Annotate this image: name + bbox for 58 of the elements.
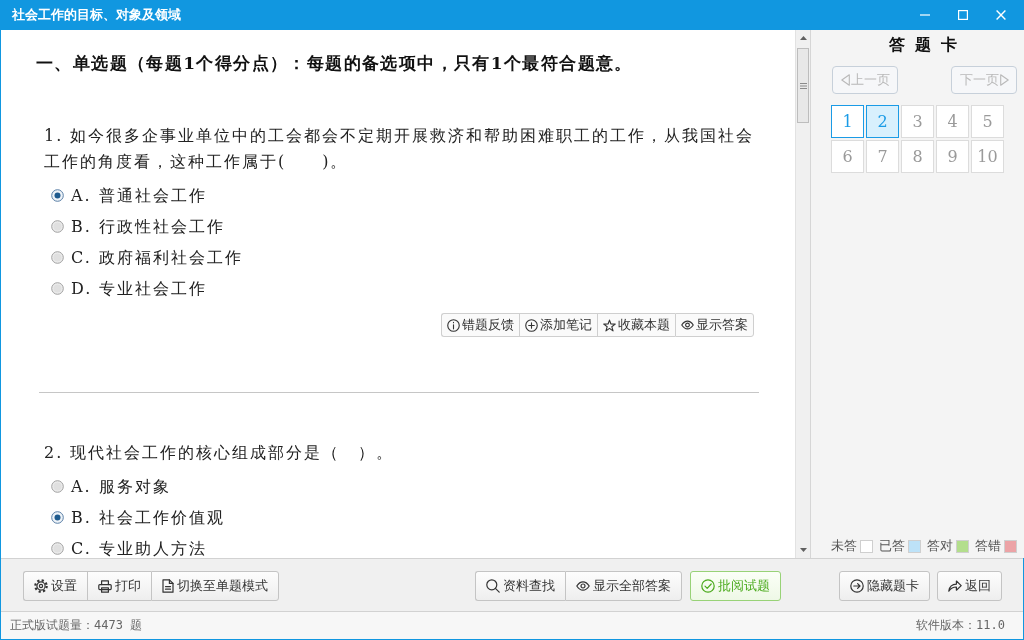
gear-icon xyxy=(34,579,48,593)
option-label[interactable]: C. 政府福利社会工作 xyxy=(71,248,243,267)
option-label[interactable]: D. 专业社会工作 xyxy=(71,279,208,298)
grip-icon xyxy=(799,82,807,89)
legend-label: 答对 xyxy=(927,538,953,554)
option-label[interactable]: B. 社会工作价值观 xyxy=(71,508,225,527)
search-button[interactable]: 资料查找 xyxy=(475,571,565,601)
triangle-right-icon xyxy=(999,74,1009,86)
back-button[interactable]: 返回 xyxy=(937,571,1002,601)
radio-button[interactable] xyxy=(51,282,64,295)
section-heading: 一、单选题（每题1个得分点）：每题的备选项中，只有1个最符合题意。 xyxy=(36,52,634,75)
settings-button[interactable]: 设置 xyxy=(23,571,87,601)
version-text: 软件版本：11.0 xyxy=(916,617,1005,634)
eye-icon xyxy=(576,581,590,591)
answer-card-title: 答 题 卡 xyxy=(888,34,960,56)
legend-label: 未答 xyxy=(831,538,857,554)
hide-card-button[interactable]: 隐藏题卡 xyxy=(839,571,930,601)
document-icon xyxy=(162,579,174,593)
question-text: 2. 现代社会工作的核心组成部分是（ ）。 xyxy=(44,442,396,464)
add-note-button[interactable]: 添加笔记 xyxy=(519,313,597,337)
arrow-circle-icon xyxy=(850,579,864,593)
favorite-button[interactable]: 收藏本题 xyxy=(597,313,675,337)
info-icon xyxy=(447,318,460,332)
window-title: 社会工作的目标、对象及领域 xyxy=(11,6,182,24)
search-icon xyxy=(486,579,500,593)
radio-button[interactable] xyxy=(51,542,64,555)
option-label[interactable]: A. 服务对象 xyxy=(71,477,171,496)
option-label[interactable]: C. 专业助人方法 xyxy=(71,539,207,558)
forward-arrow-icon xyxy=(948,580,962,592)
scrollbar-thumb[interactable] xyxy=(797,48,809,123)
close-icon xyxy=(996,10,1006,20)
triangle-left-icon xyxy=(840,74,850,86)
option-label[interactable]: B. 行政性社会工作 xyxy=(71,217,225,236)
option-label[interactable]: A. 普通社会工作 xyxy=(71,186,207,205)
report-error-button[interactable]: 错题反馈 xyxy=(441,313,519,337)
check-circle-icon xyxy=(701,579,715,593)
radio-button[interactable] xyxy=(51,189,64,202)
radio-button[interactable] xyxy=(51,251,64,264)
show-answer-button[interactable]: 显示答案 xyxy=(675,313,754,337)
radio-button[interactable] xyxy=(51,511,64,524)
plus-circle-icon xyxy=(525,318,538,332)
eye-icon xyxy=(681,320,694,330)
legend-label: 已答 xyxy=(879,538,905,554)
legend-label: 答错 xyxy=(975,538,1001,554)
triangle-up-icon xyxy=(799,36,807,40)
maximize-icon xyxy=(958,10,968,20)
question-count-text: 正式版试题量：4473 题 xyxy=(10,617,143,634)
question-text: 1. 如今很多企事业单位中的工会都会不定期开展救济和帮助困难职工的工作，从我国社会工作的角度看，这种工作属于( )。 xyxy=(44,125,756,173)
star-icon xyxy=(603,318,616,332)
scrollbar[interactable] xyxy=(795,30,810,558)
radio-button[interactable] xyxy=(51,220,64,233)
minimize-icon xyxy=(920,14,930,16)
radio-button[interactable] xyxy=(51,480,64,493)
mode-switch-button[interactable]: 切换至单题模式 xyxy=(151,571,279,601)
print-button[interactable]: 打印 xyxy=(87,571,151,601)
printer-icon xyxy=(98,579,112,593)
show-answers-button[interactable]: 显示全部答案 xyxy=(565,571,682,601)
triangle-down-icon xyxy=(799,548,807,552)
